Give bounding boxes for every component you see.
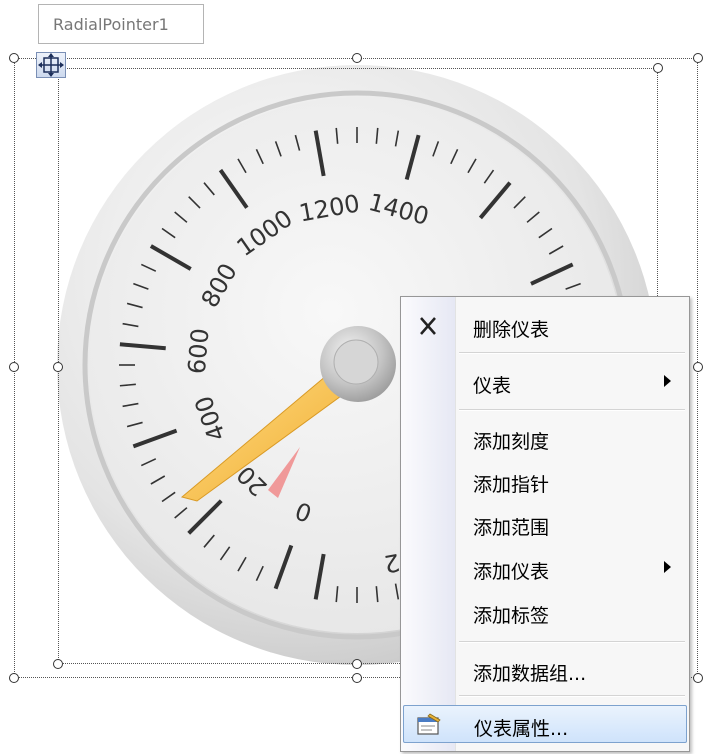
menu-label-add-data-group: 添加数据组...: [473, 663, 587, 685]
menu-separator: [459, 641, 685, 643]
resize-handle-right[interactable]: [693, 362, 703, 372]
resize-handle-left[interactable]: [9, 362, 19, 372]
menu-label-add-pointer: 添加指针: [473, 474, 550, 496]
menu-label-add-gauge: 添加仪表: [473, 561, 550, 583]
menu-item-delete-gauge[interactable]: 删除仪表: [403, 307, 687, 345]
menu-label-add-range: 添加范围: [473, 517, 550, 539]
menu-label-delete-gauge: 删除仪表: [473, 319, 550, 341]
menu-item-add-data-group[interactable]: 添加数据组...: [403, 651, 687, 689]
close-x-icon: [411, 313, 443, 339]
menu-item-add-range[interactable]: 添加范围: [403, 505, 687, 543]
inner-handle-bottom-left[interactable]: [53, 659, 63, 669]
menu-label-add-label: 添加标签: [473, 605, 550, 627]
inner-handle-left[interactable]: [53, 362, 63, 372]
menu-item-gauge-properties[interactable]: 仪表属性...: [403, 705, 687, 743]
resize-handle-top[interactable]: [352, 53, 362, 63]
menu-label-gauge: 仪表: [473, 375, 512, 397]
menu-item-add-label[interactable]: 添加标签: [403, 593, 687, 631]
resize-handle-top-right[interactable]: [693, 53, 703, 63]
menu-label-add-scale: 添加刻度: [473, 431, 550, 453]
resize-handle-bottom-right[interactable]: [693, 673, 703, 683]
submenu-arrow-icon: [664, 561, 671, 573]
menu-item-add-gauge[interactable]: 添加仪表: [403, 549, 687, 587]
menu-item-add-scale[interactable]: 添加刻度: [403, 419, 687, 457]
context-menu: 删除仪表 仪表 添加刻度 添加指针 添加范围 添加仪表 添加标签 添加数据组..…: [400, 296, 690, 752]
submenu-arrow-icon: [664, 375, 671, 387]
menu-separator: [459, 409, 685, 411]
move-handle[interactable]: [36, 52, 66, 78]
menu-item-add-pointer[interactable]: 添加指针: [403, 462, 687, 500]
menu-separator: [459, 352, 685, 354]
inner-handle-bottom[interactable]: [352, 659, 362, 669]
menu-separator: [459, 695, 685, 697]
resize-handle-bottom[interactable]: [352, 673, 362, 683]
properties-icon: [412, 712, 444, 738]
inner-handle-top-right[interactable]: [653, 63, 663, 73]
resize-handle-top-left[interactable]: [9, 53, 19, 63]
menu-item-gauge[interactable]: 仪表: [403, 363, 687, 401]
resize-handle-bottom-left[interactable]: [9, 673, 19, 683]
move-arrows-icon: [38, 53, 64, 77]
menu-label-gauge-properties: 仪表属性...: [474, 718, 569, 740]
